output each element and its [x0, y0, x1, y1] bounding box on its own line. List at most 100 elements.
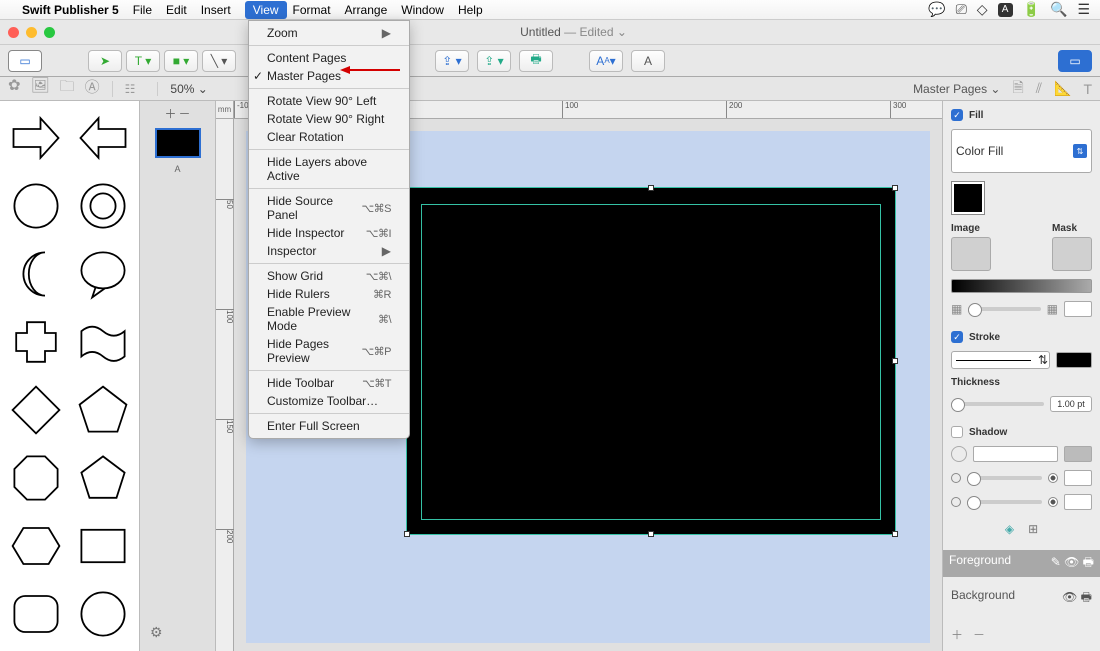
- shape-arrow-right[interactable]: [6, 107, 67, 169]
- shadow-checkbox[interactable]: [951, 426, 963, 438]
- shadow-col1[interactable]: [973, 446, 1058, 462]
- dd-hide-inspector[interactable]: Hide Inspector⌥⌘I: [249, 224, 409, 242]
- add-layer-button[interactable]: ＋: [951, 626, 963, 643]
- mask-well[interactable]: [1052, 237, 1092, 271]
- print-button[interactable]: 🖶: [519, 50, 553, 72]
- traffic-lights[interactable]: [8, 27, 55, 38]
- menu-edit[interactable]: Edit: [166, 3, 187, 17]
- font-button[interactable]: AA ▾: [589, 50, 623, 72]
- menu-file[interactable]: File: [133, 3, 152, 17]
- shape-rect[interactable]: [73, 515, 134, 577]
- shadow-v2[interactable]: [1064, 494, 1092, 510]
- dd-hide-toolbar[interactable]: Hide Toolbar⌥⌘T: [249, 374, 409, 392]
- fill-slider[interactable]: [968, 307, 1040, 311]
- shape-pentagon[interactable]: [73, 379, 134, 441]
- photo-icon[interactable]: 🖼: [31, 76, 50, 101]
- textstyle-button[interactable]: A: [631, 50, 665, 72]
- battery-icon[interactable]: 🔋: [1023, 1, 1040, 18]
- dd-inspector[interactable]: Inspector▶: [249, 242, 409, 260]
- shadow-r1b[interactable]: [1048, 473, 1058, 483]
- page-thumb-a[interactable]: [155, 128, 201, 158]
- wifi-icon[interactable]: ◇: [977, 1, 988, 18]
- dd-hide-preview[interactable]: Hide Pages Preview⌥⌘P: [249, 335, 409, 367]
- menu-format[interactable]: Format: [293, 3, 331, 17]
- shape-octagon[interactable]: [6, 447, 67, 509]
- spotlight-icon[interactable]: 🔍: [1050, 1, 1067, 18]
- shape-pentagon2[interactable]: [73, 447, 134, 509]
- menu-arrange[interactable]: Arrange: [345, 3, 388, 17]
- share-button[interactable]: ⇪ ▾: [435, 50, 469, 72]
- shadow-s1[interactable]: [967, 476, 1042, 480]
- layout-icon[interactable]: ☷: [125, 82, 136, 96]
- thickness-slider[interactable]: [951, 402, 1044, 406]
- shape-circle2[interactable]: [73, 583, 134, 645]
- window-title[interactable]: Untitled — Edited ⌄: [55, 25, 1092, 39]
- dd-show-grid[interactable]: Show Grid⌥⌘\: [249, 267, 409, 285]
- stroke-color[interactable]: [1056, 352, 1092, 368]
- shadow-s2[interactable]: [967, 500, 1042, 504]
- add-page-button[interactable]: ＋: [164, 105, 176, 122]
- clipart-icon[interactable]: ✿: [8, 76, 21, 101]
- selected-object[interactable]: [406, 187, 896, 535]
- menu-window[interactable]: Window: [401, 3, 444, 17]
- dd-zoom[interactable]: Zoom▶: [249, 24, 409, 42]
- sidebar-toggle-button[interactable]: ▭: [8, 50, 42, 72]
- chat-icon[interactable]: 💬: [928, 1, 945, 18]
- menu-view[interactable]: View: [245, 1, 287, 19]
- doc-tab-icon[interactable]: 🗎: [1012, 77, 1023, 101]
- layer-bg[interactable]: Background👁 🖶: [951, 585, 1092, 612]
- shape-cross[interactable]: [6, 311, 67, 373]
- shape-moon[interactable]: [6, 243, 67, 305]
- mode-select[interactable]: Master Pages ⌄: [913, 82, 1000, 96]
- dd-rotate-left[interactable]: Rotate View 90° Left: [249, 92, 409, 110]
- remove-page-button[interactable]: －: [179, 105, 191, 122]
- keyboard-icon[interactable]: A: [998, 3, 1013, 17]
- gradient-bar[interactable]: [951, 279, 1092, 293]
- line-tool[interactable]: ╲ ▾: [202, 50, 236, 72]
- shadow-v1[interactable]: [1064, 470, 1092, 486]
- fill-color-swatch[interactable]: [951, 181, 985, 215]
- shape-donut[interactable]: [73, 175, 134, 237]
- shape-diamond[interactable]: [6, 379, 67, 441]
- export-button[interactable]: ⇪ ▾: [477, 50, 511, 72]
- inspector-toggle-button[interactable]: ▭: [1058, 50, 1092, 72]
- siri-icon[interactable]: ☰: [1077, 1, 1090, 18]
- dd-hide-source[interactable]: Hide Source Panel⌥⌘S: [249, 192, 409, 224]
- layers-icon[interactable]: ◈: [1005, 522, 1014, 536]
- geometry-tab-icon[interactable]: 📐: [1054, 80, 1071, 97]
- folder-icon[interactable]: 🗀: [60, 76, 75, 101]
- shadow-r2b[interactable]: [1048, 497, 1058, 507]
- shape-wave[interactable]: [73, 311, 134, 373]
- thumb-settings-icon[interactable]: ⚙: [150, 624, 163, 641]
- dd-customize-toolbar[interactable]: Customize Toolbar…: [249, 392, 409, 410]
- font-icon[interactable]: Ⓐ: [85, 76, 100, 101]
- shape-arrow-left[interactable]: [73, 107, 134, 169]
- dd-clear-rotation[interactable]: Clear Rotation: [249, 128, 409, 146]
- zoom-level[interactable]: 50% ⌄: [157, 82, 207, 96]
- shape-speech[interactable]: [73, 243, 134, 305]
- shadow-col2[interactable]: [1064, 446, 1092, 462]
- dd-hide-rulers[interactable]: Hide Rulers⌘R: [249, 285, 409, 303]
- dd-hide-layers[interactable]: Hide Layers above Active: [249, 153, 409, 185]
- stroke-checkbox[interactable]: ✓: [951, 331, 963, 343]
- fill-type-select[interactable]: Color Fill⇅: [951, 129, 1092, 173]
- thickness-input[interactable]: 1.00 pt: [1050, 396, 1092, 412]
- app-name[interactable]: Swift Publisher 5: [22, 3, 119, 17]
- pointer-tool[interactable]: ➤: [88, 50, 122, 72]
- image-well[interactable]: [951, 237, 991, 271]
- text-tool[interactable]: T ▾: [126, 50, 160, 72]
- fill-checkbox[interactable]: ✓: [951, 109, 963, 121]
- shape-circle[interactable]: [6, 175, 67, 237]
- shape-hexagon[interactable]: [6, 515, 67, 577]
- shape-round-rect[interactable]: [6, 583, 67, 645]
- shape-tool[interactable]: ■ ▾: [164, 50, 198, 72]
- grid-icon[interactable]: ⊞: [1028, 522, 1038, 536]
- text-tab-icon[interactable]: T: [1083, 81, 1092, 97]
- fill-sw[interactable]: [1064, 301, 1092, 317]
- stroke-style[interactable]: ⇅: [951, 351, 1050, 369]
- dd-fullscreen[interactable]: Enter Full Screen: [249, 417, 409, 435]
- shadow-r2[interactable]: [951, 497, 961, 507]
- dd-rotate-right[interactable]: Rotate View 90° Right: [249, 110, 409, 128]
- menu-help[interactable]: Help: [458, 3, 483, 17]
- align-tab-icon[interactable]: ⫽: [1036, 80, 1042, 97]
